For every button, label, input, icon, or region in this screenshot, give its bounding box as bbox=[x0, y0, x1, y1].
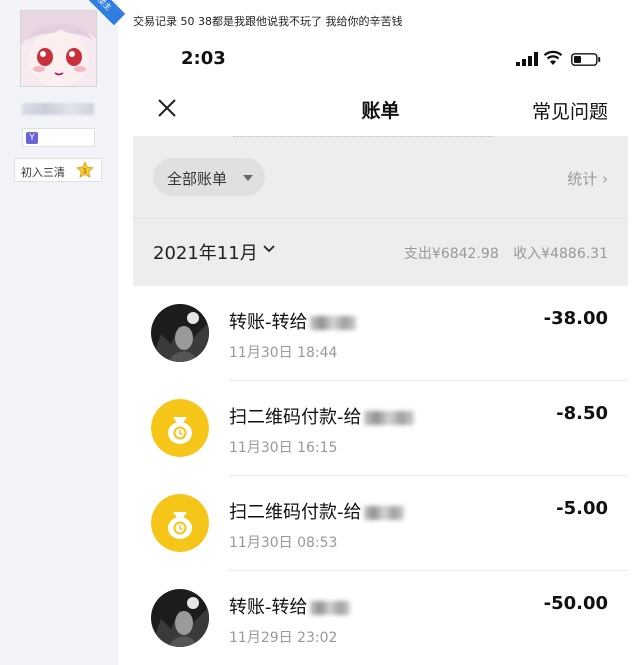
redacted-name bbox=[309, 316, 356, 330]
transaction-row[interactable]: 转账-转给 11月29日 23:02 -50.00 bbox=[133, 571, 628, 665]
all-bills-filter[interactable]: 全部账单 bbox=[153, 158, 265, 196]
nav-bar: 账单 常见问题 bbox=[133, 86, 628, 136]
anime-avatar-icon bbox=[21, 11, 96, 86]
transaction-name: 扫二维码付款-给 bbox=[229, 403, 414, 429]
redacted-name bbox=[309, 601, 350, 615]
cellular-signal-icon bbox=[516, 52, 538, 66]
battery-icon bbox=[571, 53, 601, 66]
transaction-row[interactable]: 扫二维码付款-给 11月30日 16:15 -8.50 bbox=[133, 381, 628, 476]
transaction-name: 转账-转给 bbox=[229, 593, 350, 619]
redacted-name bbox=[363, 506, 404, 520]
transaction-time: 11月29日 23:02 bbox=[229, 630, 338, 646]
income-total: 收入¥4886.31 bbox=[513, 246, 608, 262]
user-avatar[interactable] bbox=[20, 10, 97, 87]
bill-filter-header: 全部账单 统计 › 2021年11月 支出¥6842.98 收入¥4886.31 bbox=[133, 136, 628, 286]
transaction-amount: -50.00 bbox=[543, 593, 608, 614]
wifi-icon bbox=[543, 50, 563, 65]
status-clock: 2:03 bbox=[181, 48, 226, 69]
rank-label: 初入三清 bbox=[21, 166, 65, 179]
status-bar: 2:03 bbox=[133, 38, 628, 84]
contact-photo-icon bbox=[151, 304, 209, 362]
post-text: 交易记录 50 38都是我跟他说我不玩了 我给你的辛苦钱 bbox=[133, 15, 403, 28]
month-selector[interactable]: 2021年11月 bbox=[153, 239, 258, 265]
transaction-row[interactable]: 转账-转给 11月30日 18:44 -38.00 bbox=[133, 286, 628, 381]
divider bbox=[233, 136, 493, 139]
faq-button[interactable]: 常见问题 bbox=[532, 97, 608, 124]
transaction-time: 11月30日 08:53 bbox=[229, 535, 338, 551]
transaction-time: 11月30日 18:44 bbox=[229, 345, 338, 361]
chevron-down-icon[interactable] bbox=[263, 245, 275, 253]
user-rank-box: 初入三清 1 bbox=[14, 158, 102, 182]
money-bag-icon bbox=[151, 494, 209, 552]
transaction-amount: -8.50 bbox=[556, 403, 608, 424]
star-icon: 1 bbox=[76, 161, 94, 178]
username-blurred bbox=[22, 103, 94, 115]
month-summary: 支出¥6842.98 收入¥4886.31 bbox=[394, 243, 608, 263]
phone-screenshot: 2:03 账单 常见问题 全部账单 统计 › 2021年11月 支出¥6842.… bbox=[133, 38, 628, 665]
transaction-name: 转账-转给 bbox=[229, 308, 356, 334]
money-bag-icon bbox=[151, 399, 209, 457]
contact-photo-icon bbox=[151, 589, 209, 647]
transaction-time: 11月30日 16:15 bbox=[229, 440, 338, 456]
statistics-link[interactable]: 统计 › bbox=[567, 168, 608, 189]
caret-down-icon bbox=[243, 175, 253, 181]
redacted-name bbox=[363, 411, 414, 425]
forum-user-panel: 楼主 Y 初入三清 1 bbox=[0, 0, 126, 665]
transaction-name: 扫二维码付款-给 bbox=[229, 498, 404, 524]
divider bbox=[133, 218, 628, 219]
group-icon: Y bbox=[26, 132, 38, 144]
transaction-list: 转账-转给 11月30日 18:44 -38.00 扫二维码付款-给 11月30… bbox=[133, 286, 628, 665]
expense-total: 支出¥6842.98 bbox=[403, 246, 499, 262]
transaction-row[interactable]: 扫二维码付款-给 11月30日 08:53 -5.00 bbox=[133, 476, 628, 571]
rank-level: 1 bbox=[83, 167, 87, 175]
transaction-amount: -5.00 bbox=[556, 498, 608, 519]
transaction-amount: -38.00 bbox=[543, 308, 608, 329]
user-group-box: Y bbox=[22, 128, 95, 147]
filter-label: 全部账单 bbox=[167, 170, 228, 188]
